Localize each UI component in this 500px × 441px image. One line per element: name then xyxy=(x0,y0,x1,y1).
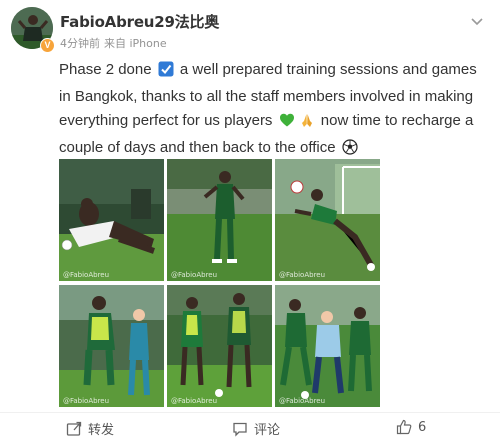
watermark: @FabioAbreu xyxy=(171,271,218,279)
weibo-post-card: V FabioAbreu29法比奥 4分钟前 来自 iPhone Phase 2 … xyxy=(0,0,500,440)
post-meta: 4分钟前 来自 iPhone xyxy=(60,35,167,51)
thumbs-up-icon xyxy=(396,419,412,435)
repost-button[interactable]: 转发 xyxy=(66,419,114,438)
photo-player-and-staff[interactable]: @FabioAbreu xyxy=(167,285,272,407)
like-button[interactable]: 6 xyxy=(396,419,426,435)
photo-grid: @FabioAbreu @FabioAbreu @FabioAbreu @Fab… xyxy=(59,159,380,409)
comment-button[interactable]: 评论 xyxy=(232,419,280,438)
post-time: 4分钟前 xyxy=(60,37,100,50)
watermark: @FabioAbreu xyxy=(279,397,326,405)
action-bar: 转发 评论 6 xyxy=(0,412,500,441)
post-text-part-1: Phase 2 done xyxy=(59,61,152,78)
photo-players-match[interactable]: @FabioAbreu xyxy=(275,285,380,407)
post-source: 来自 iPhone xyxy=(104,37,167,50)
folded-hands-icon xyxy=(299,112,315,136)
photo-player-kicking-ball[interactable]: @FabioAbreu xyxy=(275,159,380,281)
photo-player-with-bib[interactable]: @FabioAbreu xyxy=(59,285,164,407)
photo-player-standing-field[interactable]: @FabioAbreu xyxy=(167,159,272,281)
watermark: @FabioAbreu xyxy=(63,271,110,279)
watermark: @FabioAbreu xyxy=(63,397,110,405)
watermark: @FabioAbreu xyxy=(171,397,218,405)
watermark: @FabioAbreu xyxy=(279,271,326,279)
chevron-down-icon[interactable] xyxy=(466,10,488,32)
green-heart-icon xyxy=(279,112,295,136)
repost-label: 转发 xyxy=(88,423,115,438)
like-count: 6 xyxy=(418,419,427,435)
photo-players-stretching[interactable]: @FabioAbreu xyxy=(59,159,164,281)
post-text: Phase 2 done a well prepared training se… xyxy=(59,58,489,163)
repost-icon xyxy=(66,421,82,437)
username[interactable]: FabioAbreu29法比奥 xyxy=(60,11,219,32)
check-box-icon xyxy=(158,61,174,85)
comment-label: 评论 xyxy=(254,423,281,438)
verified-badge: V xyxy=(40,38,55,53)
comment-icon xyxy=(232,421,248,437)
